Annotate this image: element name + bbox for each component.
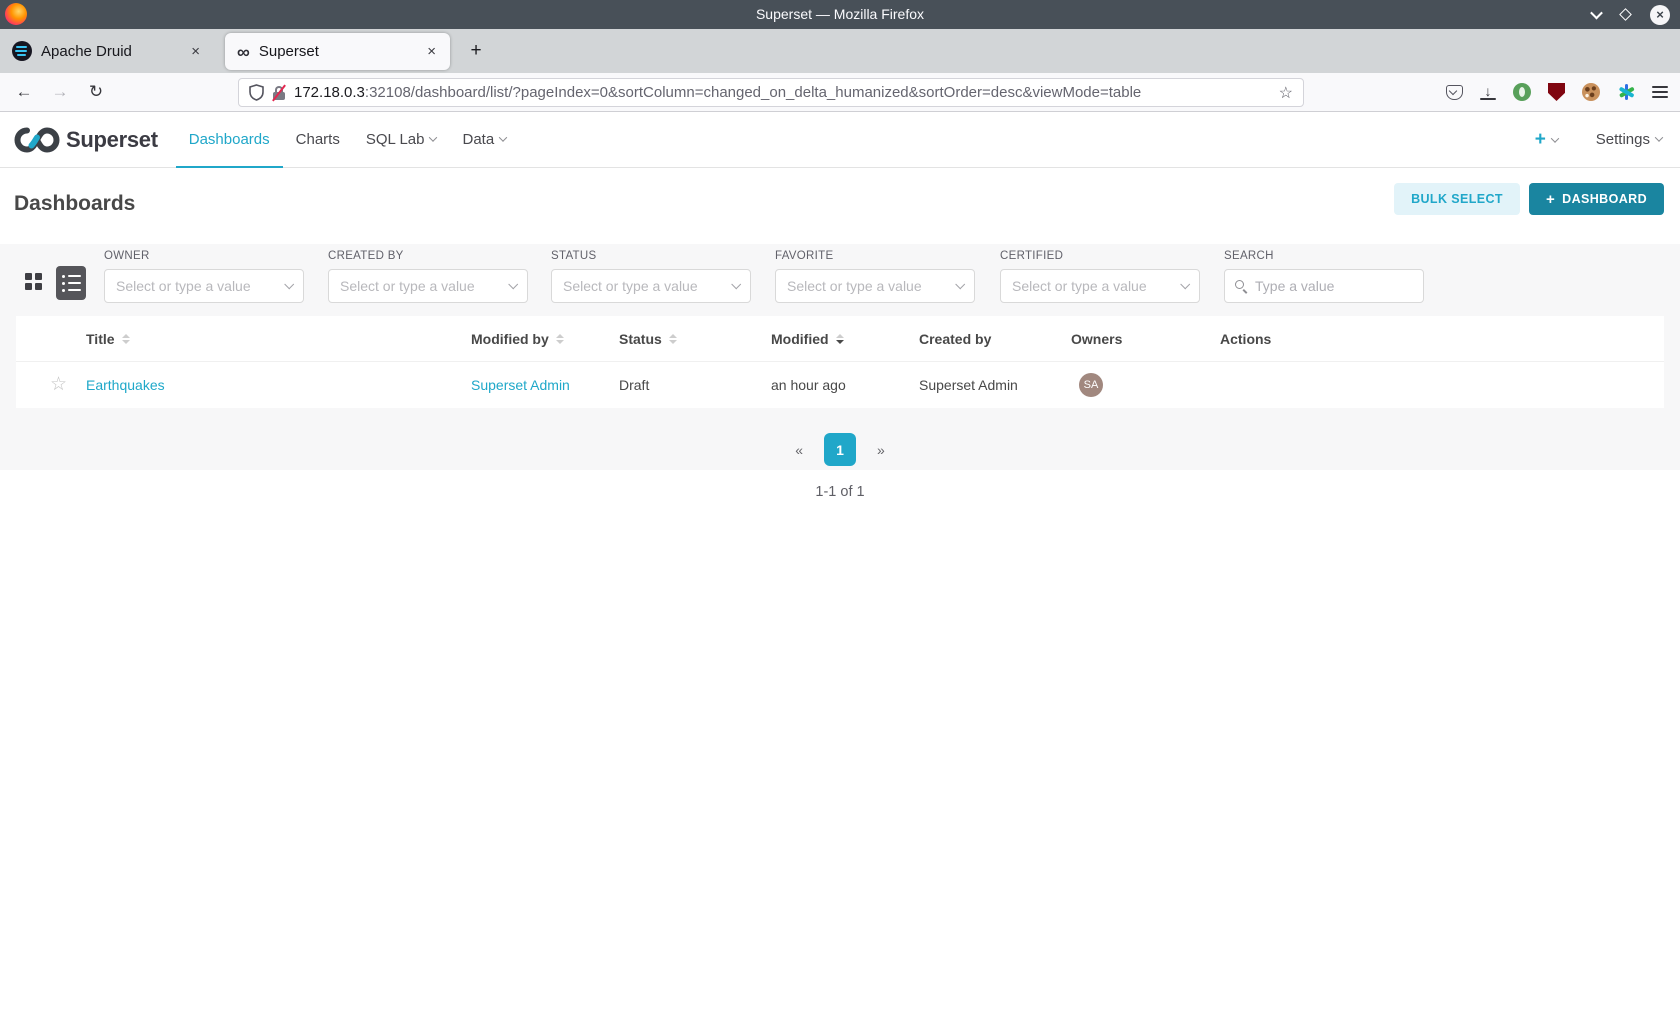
status-cell: Draft (619, 377, 650, 393)
chevron-down-icon (731, 278, 742, 289)
forward-icon[interactable]: → (46, 78, 74, 106)
chevron-down-icon (429, 132, 438, 142)
created-by-cell: Superset Admin (919, 377, 1018, 393)
tab-label: Apache Druid (41, 42, 132, 60)
bulk-select-button[interactable]: BULK SELECT (1394, 183, 1520, 215)
tracking-protection-shield-icon[interactable] (249, 84, 264, 101)
card-view-toggle[interactable] (25, 273, 43, 291)
page-header: Dashboards BULK SELECT + DASHBOARD (0, 168, 1680, 244)
url-text[interactable]: 172.18.0.3:32108/dashboard/list/?pageInd… (294, 84, 1271, 101)
insecure-lock-icon[interactable] (272, 84, 286, 101)
search-icon (1235, 279, 1248, 294)
superset-navbar: Superset Dashboards Charts SQL Lab Data … (0, 112, 1680, 169)
chevron-down-icon (508, 278, 519, 289)
favorite-star-icon[interactable]: ☆ (50, 362, 67, 408)
new-item-menu[interactable]: + (1535, 129, 1560, 151)
column-header-modified[interactable]: Modified (771, 316, 844, 362)
owner-avatar[interactable]: SA (1079, 373, 1103, 397)
bookmark-star-icon[interactable]: ☆ (1279, 83, 1293, 103)
window-minimize-icon[interactable] (1590, 6, 1603, 20)
filter-certified: CERTIFIED Select or type a value (1000, 250, 1200, 303)
pocket-icon[interactable] (1446, 84, 1463, 100)
column-header-title[interactable]: Title (86, 316, 130, 362)
nav-data[interactable]: Data (449, 112, 519, 168)
column-header-owners: Owners (1071, 331, 1123, 347)
search-input[interactable] (1255, 278, 1436, 294)
chevron-down-icon (1180, 278, 1191, 289)
menu-hamburger-icon[interactable] (1652, 83, 1668, 102)
favorite-select[interactable]: Select or type a value (775, 269, 975, 303)
url-path: :32108/dashboard/list/?pageIndex=0&sortC… (364, 84, 1142, 101)
table-row: ☆ Earthquakes Superset Admin Draft an ho… (16, 362, 1664, 408)
superset-infinity-icon (14, 126, 60, 153)
asterisk-extension-icon[interactable] (1617, 83, 1635, 101)
filter-search: SEARCH (1224, 250, 1436, 303)
extension-green-icon[interactable] (1513, 83, 1531, 101)
filter-favorite: FAVORITE Select or type a value (775, 250, 975, 303)
reload-icon[interactable]: ↻ (82, 78, 110, 106)
url-domain: 172.18.0.3 (294, 84, 365, 101)
dashboard-title-link[interactable]: Earthquakes (86, 362, 165, 408)
nav-sql-lab[interactable]: SQL Lab (353, 112, 450, 168)
chevron-down-icon (1654, 133, 1664, 142)
column-header-actions: Actions (1220, 331, 1272, 347)
created-by-select[interactable]: Select or type a value (328, 269, 528, 303)
new-dashboard-button[interactable]: + DASHBOARD (1528, 183, 1664, 215)
modified-cell: an hour ago (771, 377, 846, 393)
nav-charts[interactable]: Charts (283, 112, 353, 168)
url-bar[interactable]: 172.18.0.3:32108/dashboard/list/?pageInd… (238, 78, 1304, 107)
plus-icon: + (1545, 190, 1556, 208)
certified-select[interactable]: Select or type a value (1000, 269, 1200, 303)
settings-menu[interactable]: Settings (1596, 131, 1664, 149)
back-icon[interactable]: ← (10, 78, 38, 106)
previous-page-icon[interactable]: « (795, 442, 803, 458)
sort-desc-icon[interactable] (835, 333, 844, 345)
chevron-down-icon (1550, 134, 1560, 143)
window-close-icon[interactable]: × (1650, 4, 1670, 25)
page-title: Dashboards (14, 192, 136, 215)
sort-icon[interactable] (121, 333, 130, 345)
tab-superset[interactable]: ∞ Superset × (225, 33, 450, 70)
list-view-toggle[interactable] (56, 266, 86, 300)
page-button-active[interactable]: 1 (824, 433, 856, 466)
chevron-down-icon (955, 278, 966, 289)
filter-owner: OWNER Select or type a value (104, 250, 304, 303)
tab-bar: Apache Druid × ∞ Superset × + (0, 29, 1680, 73)
superset-logo[interactable]: Superset (14, 125, 158, 155)
chevron-down-icon (284, 278, 295, 289)
pagination-summary: 1-1 of 1 (815, 484, 865, 500)
brand-name: Superset (66, 126, 158, 152)
superset-favicon: ∞ (237, 41, 250, 62)
cookie-extension-icon[interactable] (1582, 83, 1600, 101)
druid-favicon (12, 41, 32, 61)
column-header-created-by: Created by (919, 331, 992, 347)
nav-dashboards[interactable]: Dashboards (175, 112, 283, 169)
modified-by-link[interactable]: Superset Admin (471, 362, 570, 408)
pagination: « 1 » (0, 433, 1680, 466)
sort-icon[interactable] (668, 333, 677, 345)
tab-label: Superset (258, 43, 319, 60)
filter-created-by: CREATED BY Select or type a value (328, 250, 528, 303)
ublock-shield-icon[interactable] (1548, 83, 1565, 101)
tab-close-icon[interactable]: × (425, 43, 438, 60)
column-header-status[interactable]: Status (619, 316, 677, 362)
filter-status: STATUS Select or type a value (551, 250, 751, 303)
chevron-down-icon (498, 132, 508, 142)
next-page-icon[interactable]: » (877, 442, 885, 458)
sort-icon[interactable] (555, 333, 564, 345)
window-titlebar: Superset — Mozilla Firefox × (0, 0, 1680, 29)
table-header-row: Title Modified by Status Modified Create… (16, 316, 1664, 362)
downloads-icon[interactable]: ↓ (1480, 84, 1496, 100)
dashboards-table: Title Modified by Status Modified Create… (16, 316, 1664, 408)
window-maximize-icon[interactable] (1619, 8, 1632, 21)
tab-close-icon[interactable]: × (189, 43, 202, 60)
window-title: Superset — Mozilla Firefox (755, 6, 925, 22)
column-header-modified-by[interactable]: Modified by (471, 316, 564, 362)
new-tab-button[interactable]: + (462, 37, 490, 65)
browser-toolbar: ← → ↻ 172.18.0.3:32108/dashboard/list/?p… (0, 73, 1680, 112)
tab-apache-druid[interactable]: Apache Druid × (0, 29, 214, 73)
owner-select[interactable]: Select or type a value (104, 269, 304, 303)
status-select[interactable]: Select or type a value (551, 269, 751, 303)
